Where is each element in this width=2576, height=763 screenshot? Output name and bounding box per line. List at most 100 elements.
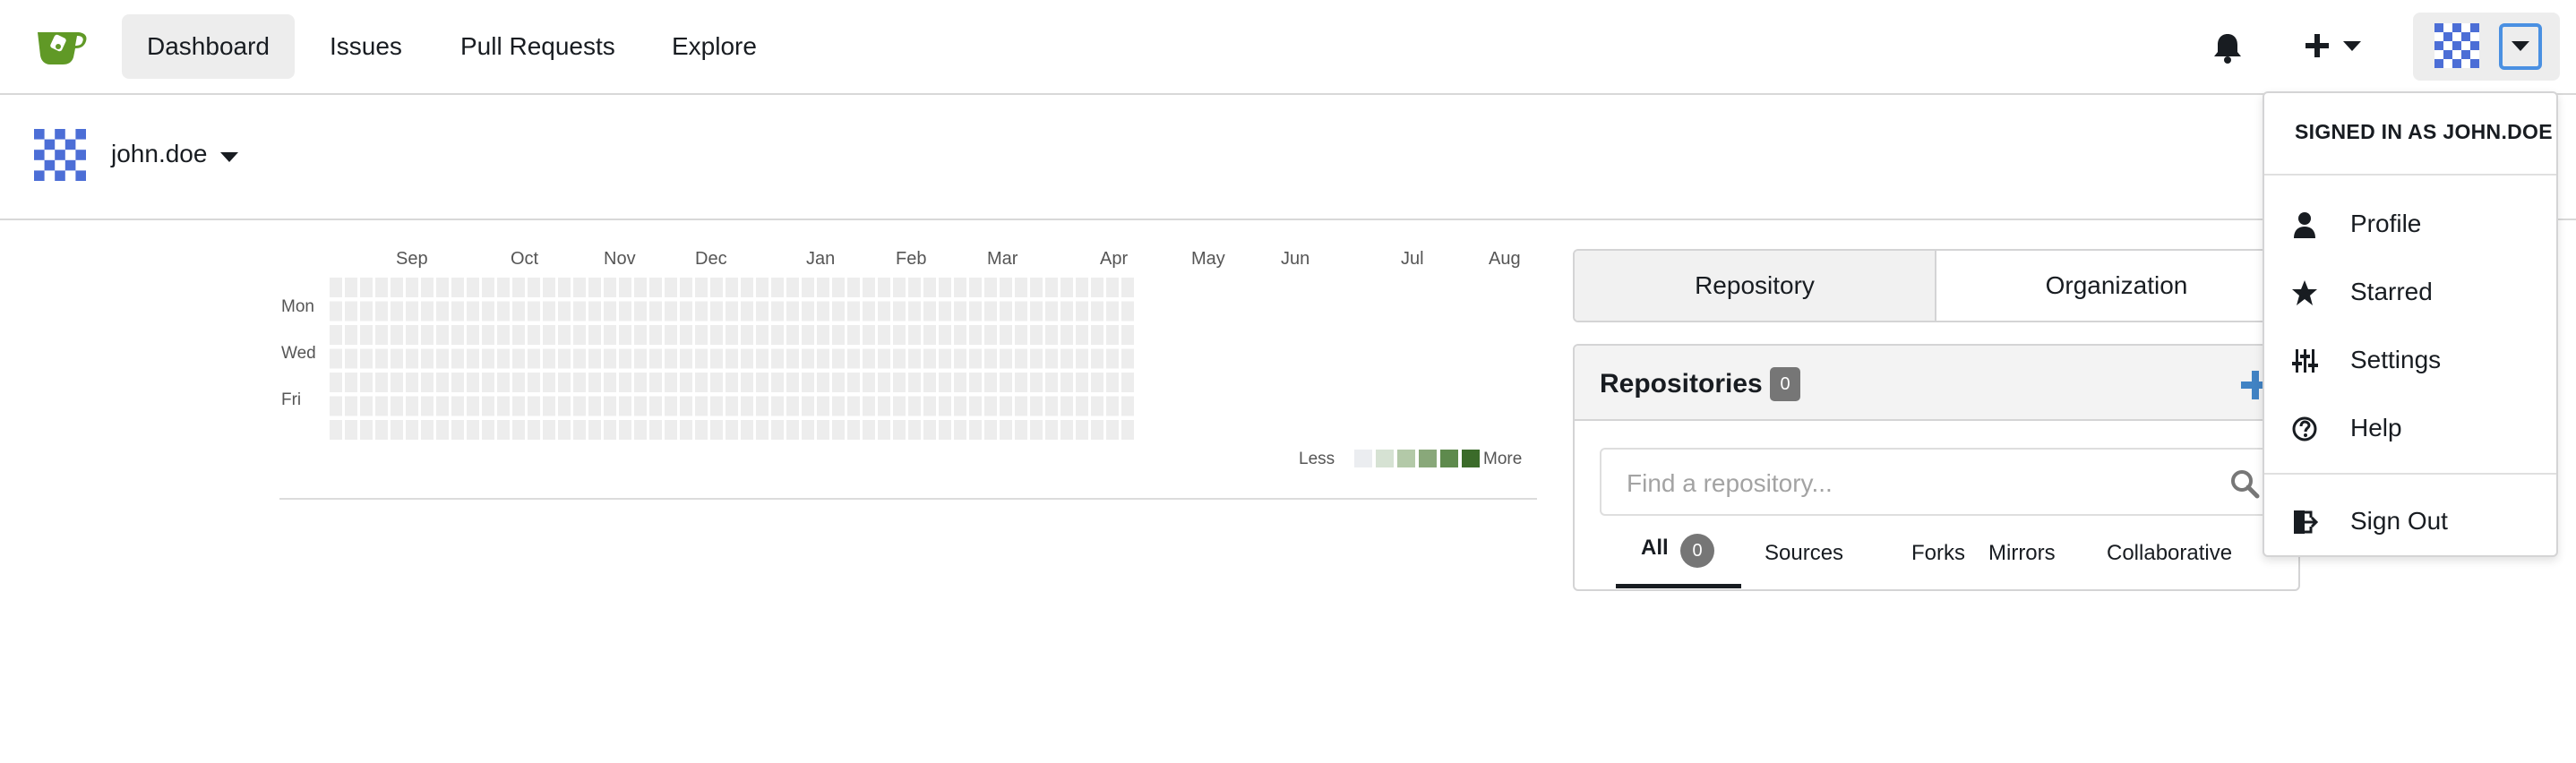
heatmap-cell <box>604 396 616 416</box>
heatmap-cell <box>923 325 936 345</box>
heatmap-cell <box>741 373 753 392</box>
activity-heatmap: Sep Oct Nov Dec Jan Feb Mar Apr May Jun Jul Aug Mon… <box>279 242 1539 502</box>
heatmap-cell <box>528 278 540 297</box>
heatmap-cell <box>588 396 601 416</box>
heatmap-cell <box>680 278 692 297</box>
heatmap-cell <box>817 348 829 369</box>
heatmap-cell <box>1121 396 1134 416</box>
heatmap-cell <box>421 373 434 392</box>
heatmap-cell <box>771 396 784 416</box>
heatmap-cell <box>893 301 906 321</box>
filter-tab-collaborative[interactable]: Collaborative <box>2107 541 2232 566</box>
heatmap-cell <box>923 278 936 297</box>
nav-explore[interactable]: Explore <box>647 14 782 79</box>
heatmap-cell <box>528 420 540 440</box>
context-avatar[interactable] <box>34 129 86 181</box>
active-tab-underline <box>1616 584 1741 588</box>
bell-icon[interactable] <box>2211 30 2245 64</box>
heatmap-cell <box>406 373 418 392</box>
heatmap-cell <box>1091 373 1103 392</box>
user-menu-button[interactable] <box>2413 13 2560 81</box>
heatmap-cell <box>497 396 510 416</box>
heatmap-cell <box>1121 420 1134 440</box>
filter-tab-mirrors[interactable]: Mirrors <box>1988 541 2056 566</box>
heatmap-cell <box>649 301 662 321</box>
heatmap-cell <box>695 301 708 321</box>
heatmap-cell <box>771 373 784 392</box>
chevron-down-icon <box>2343 41 2361 51</box>
heatmap-cell <box>756 301 769 321</box>
menu-item-label: Help <box>2350 414 2402 442</box>
top-navbar: Dashboard Issues Pull Requests Explore <box>0 0 2576 95</box>
menu-item-starred[interactable]: Starred <box>2264 263 2556 321</box>
heatmap-month-label: Aug <box>1489 249 1521 269</box>
nav-dashboard[interactable]: Dashboard <box>122 14 295 79</box>
gitea-logo[interactable] <box>34 23 90 68</box>
heatmap-cell <box>573 301 586 321</box>
heatmap-cell <box>802 420 814 440</box>
heatmap-cell <box>634 325 647 345</box>
heatmap-cell <box>1106 348 1119 369</box>
heatmap-cell <box>391 396 403 416</box>
heatmap-cell <box>345 325 357 345</box>
avatar <box>2434 23 2479 68</box>
heatmap-cell <box>680 420 692 440</box>
heatmap-cell <box>1045 301 1058 321</box>
heatmap-cell <box>695 348 708 369</box>
nav-issues[interactable]: Issues <box>305 14 427 79</box>
user-menu-caret[interactable] <box>2499 23 2542 70</box>
filter-tab-sources[interactable]: Sources <box>1765 541 1843 566</box>
menu-item-sign-out[interactable]: Sign Out <box>2264 493 2556 550</box>
heatmap-cell <box>893 420 906 440</box>
heatmap-cell <box>573 373 586 392</box>
heatmap-cell <box>406 325 418 345</box>
heatmap-month-label: Feb <box>896 249 927 269</box>
heatmap-cell <box>528 373 540 392</box>
heatmap-cell <box>878 301 890 321</box>
heatmap-cell <box>1060 278 1073 297</box>
heatmap-cell <box>1000 348 1012 369</box>
create-menu-button[interactable] <box>2304 27 2368 66</box>
tab-organization[interactable]: Organization <box>1936 251 2297 321</box>
heatmap-cell <box>360 278 373 297</box>
chevron-down-icon[interactable] <box>220 152 238 162</box>
heatmap-cell <box>954 420 966 440</box>
dashboard-context-bar: john.doe <box>0 95 2576 220</box>
heatmap-cell <box>1076 325 1088 345</box>
heatmap-cell <box>741 278 753 297</box>
menu-item-profile[interactable]: Profile <box>2264 195 2556 253</box>
heatmap-cell <box>863 348 875 369</box>
heatmap-cell <box>345 420 357 440</box>
heatmap-cell <box>588 301 601 321</box>
heatmap-cell <box>345 301 357 321</box>
heatmap-cell <box>786 373 799 392</box>
filter-tab-all[interactable]: All <box>1641 536 1669 561</box>
heatmap-cell <box>939 348 951 369</box>
heatmap-cell <box>497 420 510 440</box>
heatmap-cell <box>649 420 662 440</box>
heatmap-cell <box>1000 278 1012 297</box>
heatmap-cell <box>634 396 647 416</box>
heatmap-cell <box>421 301 434 321</box>
context-username[interactable]: john.doe <box>111 140 207 168</box>
heatmap-cell <box>360 420 373 440</box>
repo-search-input[interactable] <box>1627 466 2200 502</box>
heatmap-cell <box>847 420 860 440</box>
heatmap-cell <box>847 396 860 416</box>
heatmap-cell <box>604 420 616 440</box>
heatmap-cell <box>984 301 997 321</box>
nav-pull-requests[interactable]: Pull Requests <box>435 14 640 79</box>
heatmap-cell <box>1076 301 1088 321</box>
menu-item-settings[interactable]: Settings <box>2264 331 2556 389</box>
repo-count-badge: 0 <box>1770 367 1800 401</box>
filter-tab-forks[interactable]: Forks <box>1911 541 1965 566</box>
heatmap-cell <box>939 278 951 297</box>
heatmap-cell <box>619 301 631 321</box>
heatmap-cell <box>1106 373 1119 392</box>
heatmap-cell <box>756 396 769 416</box>
heatmap-month-label: Mar <box>987 249 1018 269</box>
menu-item-help[interactable]: Help <box>2264 399 2556 457</box>
tab-repository[interactable]: Repository <box>1575 251 1936 321</box>
heatmap-cell <box>665 301 677 321</box>
search-icon[interactable] <box>2228 467 2261 500</box>
